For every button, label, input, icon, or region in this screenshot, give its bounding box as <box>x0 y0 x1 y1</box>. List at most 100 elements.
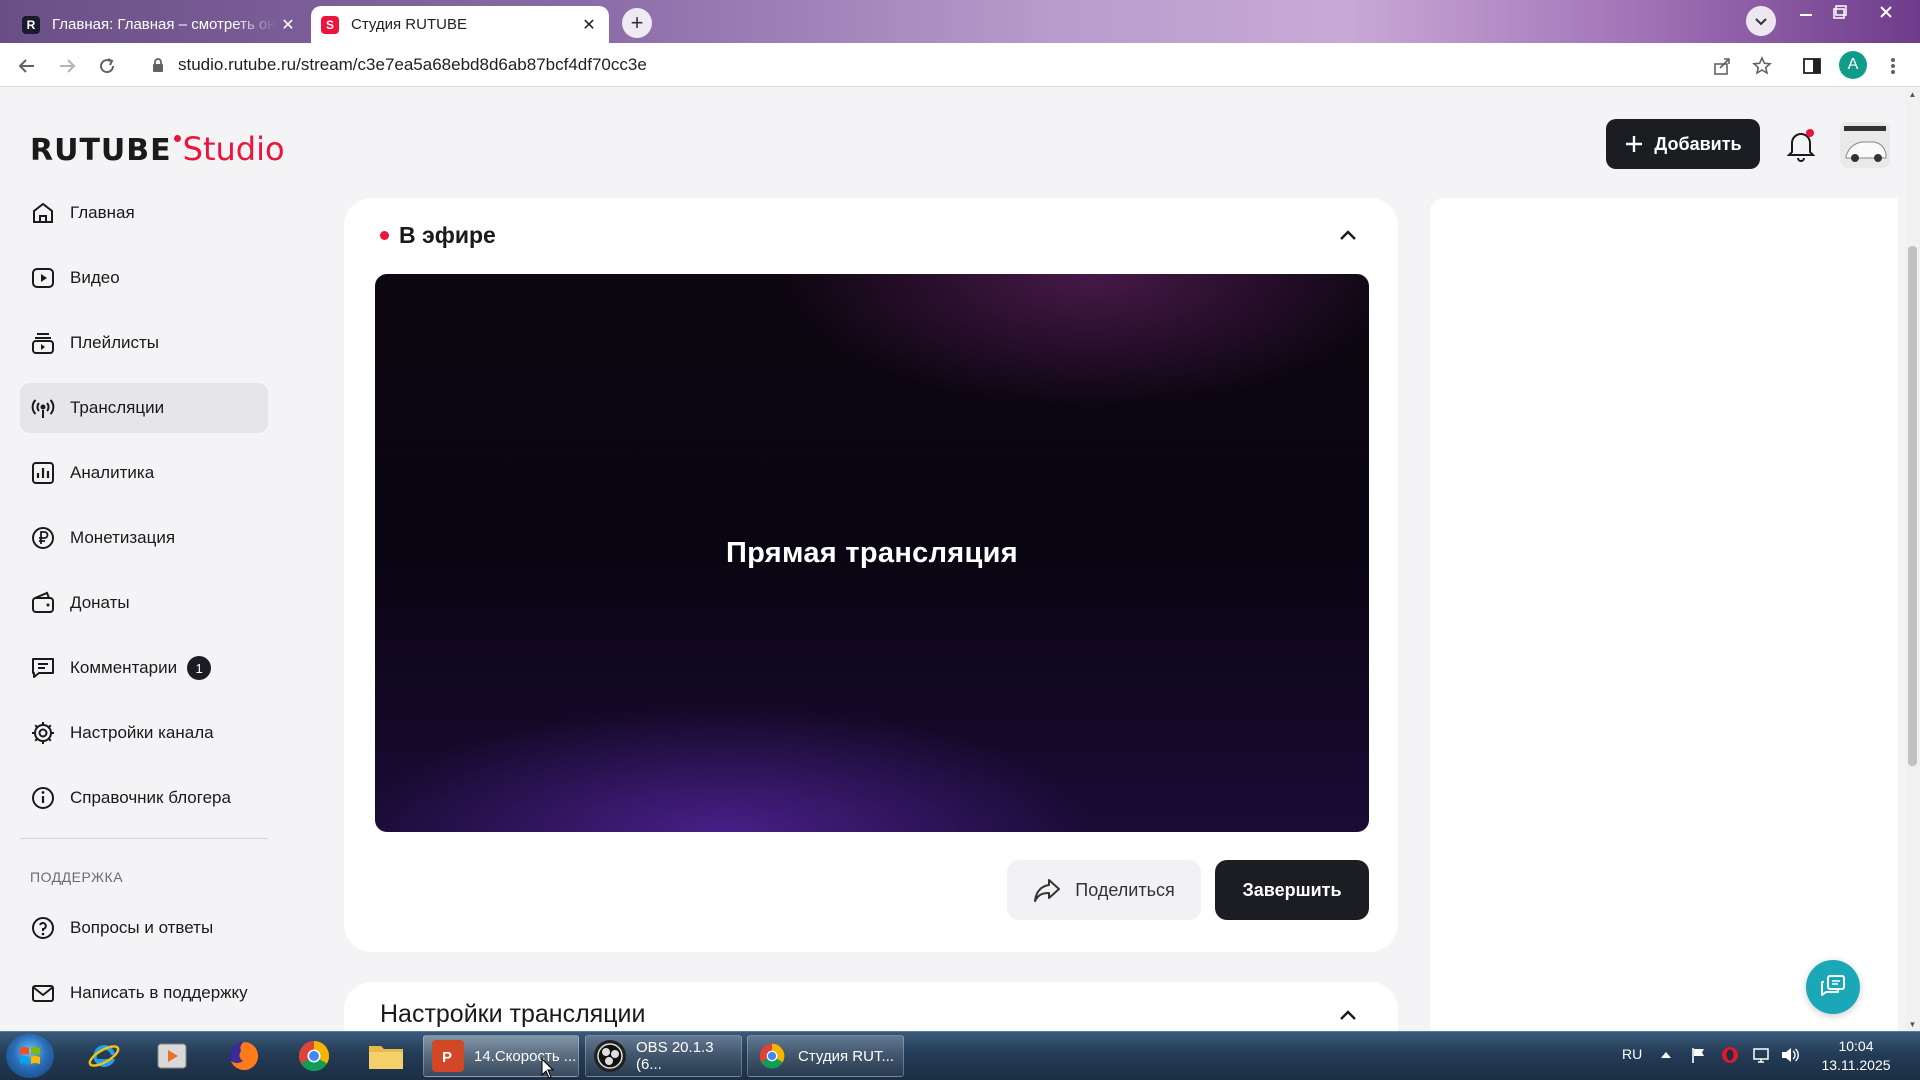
page-scrollbar[interactable]: ▲ ▼ <box>1905 88 1920 1031</box>
windows-logo-icon <box>20 1047 40 1064</box>
chat-support-button[interactable] <box>1806 960 1860 1014</box>
player-title: Прямая трансляция <box>726 536 1018 569</box>
collapse-chevron-up-icon[interactable] <box>1336 1004 1360 1028</box>
chrome-icon <box>756 1040 788 1072</box>
restore-window-icon[interactable] <box>1820 0 1860 24</box>
sidebar-item-streams[interactable]: Трансляции <box>20 383 268 433</box>
sidebar: Главная Видео Плейлисты Трансляции Анали… <box>20 188 268 1031</box>
tab-close-icon[interactable]: ✕ <box>579 15 599 35</box>
add-button[interactable]: Добавить <box>1606 119 1760 169</box>
chat-bubble-icon <box>1821 975 1845 996</box>
channel-avatar[interactable] <box>1840 122 1890 168</box>
action-center-flag-icon[interactable] <box>1690 1046 1708 1064</box>
sidebar-item-donations[interactable]: Донаты <box>20 578 268 628</box>
tab-rutube-main[interactable]: R Главная: Главная – смотреть онлайн ✕ <box>12 6 308 43</box>
new-tab-button[interactable]: + <box>622 8 652 38</box>
sidebar-item-blogger-guide[interactable]: Справочник блогера <box>20 773 268 823</box>
tab-search-chevron-icon[interactable] <box>1746 6 1776 36</box>
network-icon[interactable] <box>1752 1046 1772 1064</box>
sidebar-item-video[interactable]: Видео <box>20 253 268 303</box>
tab-close-icon[interactable]: ✕ <box>278 15 298 35</box>
back-arrow-icon[interactable] <box>14 53 40 79</box>
sidebar-divider <box>20 838 268 839</box>
scroll-up-arrow-icon[interactable]: ▲ <box>1908 90 1917 99</box>
end-stream-button[interactable]: Завершить <box>1215 860 1369 920</box>
browser-menu-icon[interactable] <box>1880 53 1906 79</box>
taskbar-item-powerpoint[interactable]: P 14.Скорость ... <box>423 1035 579 1077</box>
opera-tray-icon[interactable] <box>1720 1045 1740 1065</box>
sidebar-item-label: Настройки канала <box>70 723 214 742</box>
comments-count-badge: 1 <box>187 656 212 680</box>
chrome-icon[interactable] <box>288 1036 340 1076</box>
browser-tab-strip: R Главная: Главная – смотреть онлайн ✕ S… <box>0 0 1920 43</box>
lock-icon[interactable] <box>150 57 166 73</box>
video-play-icon <box>32 268 54 288</box>
sidebar-item-home[interactable]: Главная <box>20 188 268 238</box>
media-player-icon[interactable] <box>146 1036 198 1076</box>
firefox-icon[interactable] <box>218 1036 270 1076</box>
file-explorer-folder-icon[interactable] <box>360 1036 412 1076</box>
stream-player-preview[interactable]: Прямая трансляция <box>375 274 1369 832</box>
home-icon <box>33 202 53 223</box>
broadcast-icon <box>31 399 55 418</box>
bookmark-star-icon[interactable] <box>1749 53 1775 79</box>
sidebar-item-faq[interactable]: Вопросы и ответы <box>20 903 268 953</box>
stream-settings-card: Настройки трансляции <box>344 982 1398 1031</box>
clock-time: 10:04 <box>1838 1038 1874 1054</box>
sidebar-item-label: Монетизация <box>70 528 176 547</box>
sidebar-item-label: Главная <box>70 203 135 222</box>
url-field[interactable]: studio.rutube.ru/stream/c3e7ea5a68ebd8d6… <box>140 48 1760 82</box>
question-icon <box>32 917 54 939</box>
comment-icon <box>32 658 54 678</box>
logo-studio-text: Studio <box>182 130 285 168</box>
taskbar-item-label: 14.Скорость ... <box>474 1047 577 1065</box>
system-clock[interactable]: 10:04 13.11.2025 <box>1806 1037 1906 1075</box>
svg-text:P: P <box>442 1049 452 1066</box>
tray-expand-arrow-icon[interactable] <box>1660 1050 1672 1060</box>
share-button[interactable]: Поделиться <box>1007 860 1201 920</box>
reload-icon[interactable] <box>94 53 120 79</box>
sidebar-item-label: Вопросы и ответы <box>70 918 214 937</box>
mail-icon <box>32 985 54 1002</box>
notifications-bell-icon[interactable] <box>1786 128 1816 162</box>
support-heading: ПОДДЕРЖКА <box>30 869 124 885</box>
browser-profile-avatar[interactable]: A <box>1839 51 1867 79</box>
taskbar-item-obs[interactable]: OBS 20.1.3 (6... <box>585 1035 742 1077</box>
obs-icon <box>594 1040 626 1072</box>
notification-badge <box>1806 129 1814 137</box>
forward-arrow-icon[interactable] <box>54 53 80 79</box>
sidebar-item-channel-settings[interactable]: Настройки канала <box>20 708 268 758</box>
start-button[interactable] <box>6 1034 54 1078</box>
taskbar-item-chrome[interactable]: Студия RUT... <box>747 1035 904 1077</box>
close-window-icon[interactable] <box>1866 0 1906 24</box>
sidebar-item-monetization[interactable]: Монетизация <box>20 513 268 563</box>
sidebar-item-label: Аналитика <box>70 463 155 482</box>
share-page-icon[interactable] <box>1709 53 1735 79</box>
sidebar-item-write-support[interactable]: Написать в поддержку <box>20 968 268 1018</box>
playlist-icon <box>32 333 54 354</box>
scroll-down-arrow-icon[interactable]: ▼ <box>1908 1020 1917 1029</box>
ruble-coin-icon <box>32 527 54 549</box>
sidebar-item-label: Донаты <box>70 593 130 612</box>
internet-explorer-icon[interactable] <box>78 1036 130 1076</box>
rutube-studio-logo[interactable]: RUTUBE Studio <box>30 130 285 168</box>
live-indicator-dot <box>380 231 389 240</box>
right-side-panel <box>1430 198 1898 1031</box>
sidebar-item-playlists[interactable]: Плейлисты <box>20 318 268 368</box>
share-button-label: Поделиться <box>1075 879 1175 900</box>
language-indicator[interactable]: RU <box>1622 1046 1642 1062</box>
add-button-label: Добавить <box>1654 133 1742 154</box>
logo-rutube-text: RUTUBE <box>30 133 172 168</box>
powerpoint-icon: P <box>432 1040 464 1072</box>
sidebar-item-label: Трансляции <box>70 398 165 417</box>
tab-title: Главная: Главная – смотреть онлайн <box>52 16 278 33</box>
sidebar-item-label: Написать в поддержку <box>70 983 248 1002</box>
collapse-chevron-up-icon[interactable] <box>1336 224 1360 248</box>
side-panel-icon[interactable] <box>1799 53 1825 79</box>
tab-rutube-studio[interactable]: S Студия RUTUBE ✕ <box>311 6 609 43</box>
windows-taskbar: P 14.Скорость ... OBS 20.1.3 (6... Студи… <box>0 1031 1920 1080</box>
volume-speaker-icon[interactable] <box>1780 1046 1800 1064</box>
sidebar-item-analytics[interactable]: Аналитика <box>20 448 268 498</box>
scrollbar-thumb[interactable] <box>1908 246 1917 766</box>
sidebar-item-comments[interactable]: Комментарии 1 <box>20 643 268 693</box>
